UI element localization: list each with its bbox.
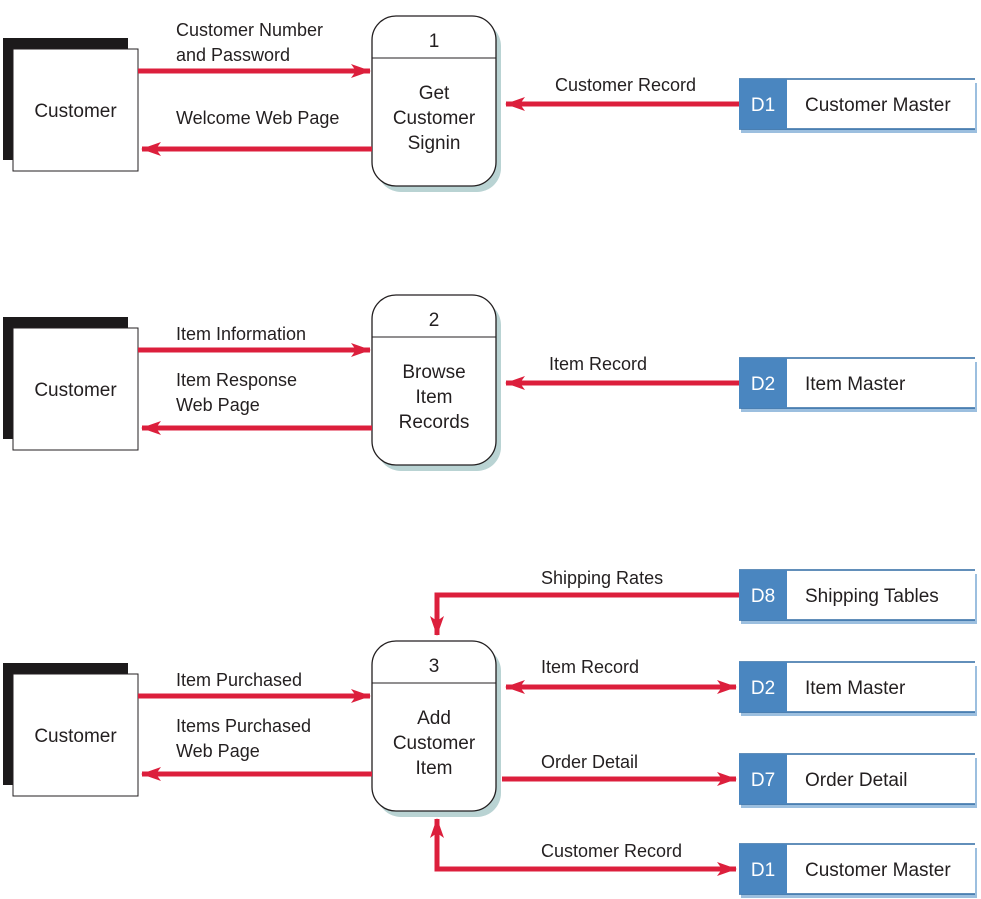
flow-label: Item Response	[176, 370, 297, 390]
flow-label: Shipping Rates	[541, 568, 663, 588]
external-entity-customer: Customer	[3, 663, 139, 797]
data-flow-customer-record: D1 Customer Master Customer Record	[505, 75, 977, 133]
flow-label: Customer Record	[541, 841, 682, 861]
data-flow-diagram: Customer 1 Get Customer Signin Customer Numbe…	[3, 15, 977, 898]
data-flow-item-record: D2 Item Master Item Record	[505, 657, 977, 716]
data-flow-shipping-rates: D8 Shipping Tables Shipping Rates	[430, 568, 977, 636]
data-store-name: Customer Master	[805, 860, 951, 881]
flow-label: Welcome Web Page	[176, 108, 339, 128]
data-store-id: D8	[751, 586, 775, 607]
data-flow-to-process: Customer Number and Password	[138, 20, 371, 78]
process-name-line: Customer	[393, 733, 476, 754]
data-store-name: Order Detail	[805, 770, 907, 791]
process-row-2: Customer 2 Browse Item Records Item Informati…	[3, 294, 977, 471]
process-name-line: Item	[416, 758, 453, 779]
flow-arrow	[430, 592, 739, 636]
process-number: 1	[429, 31, 440, 52]
flow-label: Item Purchased	[176, 670, 302, 690]
flow-label: and Password	[176, 45, 290, 65]
data-store-name: Item Master	[805, 678, 906, 699]
data-store-name: Customer Master	[805, 95, 951, 116]
data-flow-to-process: Item Information	[138, 324, 371, 357]
data-flow-to-entity: Item Response Web Page	[141, 370, 372, 435]
data-flow-customer-record: D1 Customer Master Customer Record	[430, 818, 977, 898]
data-store-name: Item Master	[805, 374, 906, 395]
flow-label: Order Detail	[541, 752, 638, 772]
flow-label: Items Purchased	[176, 716, 311, 736]
process-name-line: Item	[416, 387, 453, 408]
external-entity-customer: Customer	[3, 38, 139, 172]
data-store-d2: D2 Item Master	[739, 357, 977, 412]
flow-label: Customer Record	[555, 75, 696, 95]
process-name-line: Get	[419, 83, 450, 104]
data-store-id: D2	[751, 678, 775, 699]
flow-label: Item Record	[549, 354, 647, 374]
flow-label: Item Record	[541, 657, 639, 677]
process-row-1: Customer 1 Get Customer Signin Customer Numbe…	[3, 15, 977, 192]
data-flow-to-entity: Welcome Web Page	[141, 108, 372, 156]
flow-label: Item Information	[176, 324, 306, 344]
flow-label: Web Page	[176, 395, 260, 415]
data-store-id: D7	[751, 770, 775, 791]
flow-label: Customer Number	[176, 20, 323, 40]
process-name-line: Customer	[393, 108, 476, 129]
data-flow-to-process: Item Purchased	[138, 670, 371, 703]
data-store-d1: D1 Customer Master	[739, 843, 977, 898]
flow-label: Web Page	[176, 741, 260, 761]
data-store-id: D1	[751, 95, 775, 116]
process-number: 2	[429, 310, 440, 331]
data-store-name: Shipping Tables	[805, 586, 939, 607]
process-name-line: Records	[399, 412, 470, 433]
data-store-d8: D8 Shipping Tables	[739, 569, 977, 624]
data-store-id: D1	[751, 860, 775, 881]
data-store-d7: D7 Order Detail	[739, 753, 977, 808]
data-flow-order-detail: D7 Order Detail Order Detail	[502, 752, 977, 808]
data-store-d1: D1 Customer Master	[739, 78, 977, 133]
process-name-line: Signin	[408, 133, 461, 154]
data-flow-to-entity: Items Purchased Web Page	[141, 716, 372, 781]
process-name-line: Browse	[402, 362, 465, 383]
entity-label: Customer	[34, 726, 117, 747]
external-entity-customer: Customer	[3, 317, 139, 451]
entity-label: Customer	[34, 380, 117, 401]
process-row-3: Customer 3 Add Customer Item Item Purchased It…	[3, 568, 977, 898]
process-1: 1 Get Customer Signin	[371, 15, 501, 192]
process-2: 2 Browse Item Records	[371, 294, 501, 471]
data-store-d2: D2 Item Master	[739, 661, 977, 716]
process-number: 3	[429, 656, 440, 677]
entity-label: Customer	[34, 101, 117, 122]
process-3: 3 Add Customer Item	[371, 640, 501, 817]
data-store-id: D2	[751, 374, 775, 395]
data-flow-item-record: D2 Item Master Item Record	[505, 354, 977, 412]
process-name-line: Add	[417, 708, 451, 729]
